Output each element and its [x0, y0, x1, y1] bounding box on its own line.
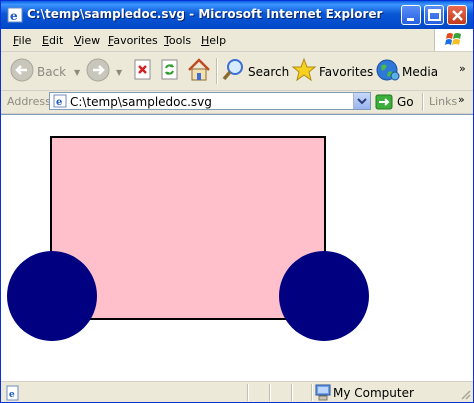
status-separator — [311, 384, 313, 401]
address-url: C:\temp\sampledoc.svg — [70, 95, 212, 109]
menu-view[interactable]: View — [74, 34, 100, 47]
stop-button[interactable] — [131, 57, 155, 85]
address-bar: Address e C:\temp\sampledoc.svg Go Links… — [1, 91, 473, 114]
window-title: C:\temp\sampledoc.svg - Microsoft Intern… — [27, 7, 383, 21]
resize-grip-icon[interactable] — [459, 388, 471, 400]
refresh-icon — [161, 59, 178, 80]
title-bar[interactable]: e C:\temp\sampledoc.svg - Microsoft Inte… — [1, 1, 473, 29]
menu-favorites[interactable]: Favorites — [108, 34, 158, 47]
media-label: Media — [402, 65, 439, 79]
svg-text:e: e — [56, 97, 62, 108]
svg-text:e: e — [9, 390, 15, 400]
close-button[interactable] — [447, 5, 467, 25]
links-chevron-icon[interactable]: » — [458, 93, 465, 106]
ie-window: e C:\temp\sampledoc.svg - Microsoft Inte… — [0, 0, 474, 403]
menu-edit[interactable]: Edit — [42, 34, 63, 47]
minimize-button[interactable] — [401, 5, 421, 25]
address-dropdown-button[interactable] — [353, 93, 370, 109]
menu-help[interactable]: Help — [201, 34, 226, 47]
right-circle — [279, 251, 369, 341]
my-computer-icon — [315, 384, 331, 401]
go-button[interactable]: Go — [375, 94, 414, 113]
standard-toolbar: Back ▼ ▼ Search Favorites Media » — [1, 52, 473, 91]
menu-file[interactable]: File — [13, 34, 31, 47]
page-status-icon: e — [6, 385, 19, 401]
toolbar-separator — [216, 58, 218, 84]
document-area[interactable] — [1, 114, 473, 381]
back-button[interactable]: Back — [9, 57, 71, 85]
back-label: Back — [37, 65, 67, 79]
menu-tools[interactable]: Tools — [164, 34, 191, 47]
menu-bar: File Edit View Favorites Tools Help — [1, 29, 473, 52]
favorites-label: Favorites — [319, 65, 374, 79]
toolbar-chevron-icon[interactable]: » — [459, 62, 466, 75]
star-icon — [291, 57, 317, 82]
address-label: Address — [7, 95, 51, 108]
status-separator — [269, 384, 271, 401]
search-label: Search — [248, 65, 290, 79]
maximize-button[interactable] — [424, 5, 444, 25]
security-zone-label: My Computer — [333, 386, 414, 400]
left-circle — [7, 251, 97, 341]
home-icon — [188, 58, 210, 81]
maximize-icon — [428, 9, 441, 21]
media-globe-icon — [376, 59, 400, 81]
favorites-button[interactable]: Favorites — [291, 57, 374, 85]
address-separator — [422, 93, 424, 111]
back-arrow-icon — [10, 58, 34, 82]
stop-icon — [134, 59, 151, 80]
ie-app-icon: e — [7, 7, 23, 23]
links-label[interactable]: Links — [429, 95, 457, 108]
windows-logo — [434, 29, 473, 51]
search-icon — [222, 59, 243, 81]
refresh-button[interactable] — [158, 57, 182, 85]
go-arrow-icon — [375, 94, 393, 110]
search-button[interactable]: Search — [221, 57, 290, 85]
svg-document — [7, 136, 369, 341]
svg-text:e: e — [10, 9, 18, 23]
chevron-down-icon — [357, 98, 367, 105]
forward-dropdown-icon[interactable]: ▼ — [116, 68, 122, 77]
close-icon — [452, 10, 463, 21]
forward-arrow-icon — [86, 58, 110, 82]
status-bar: e My Computer — [1, 381, 473, 402]
forward-button[interactable] — [85, 57, 115, 85]
status-separator — [291, 384, 293, 401]
address-input[interactable]: e C:\temp\sampledoc.svg — [49, 92, 371, 110]
back-dropdown-icon[interactable]: ▼ — [74, 68, 80, 77]
status-separator — [247, 384, 249, 401]
minimize-icon — [407, 18, 414, 21]
media-button[interactable]: Media — [375, 57, 439, 85]
page-icon: e — [53, 94, 67, 108]
home-button[interactable] — [186, 57, 212, 85]
go-label: Go — [397, 95, 414, 109]
